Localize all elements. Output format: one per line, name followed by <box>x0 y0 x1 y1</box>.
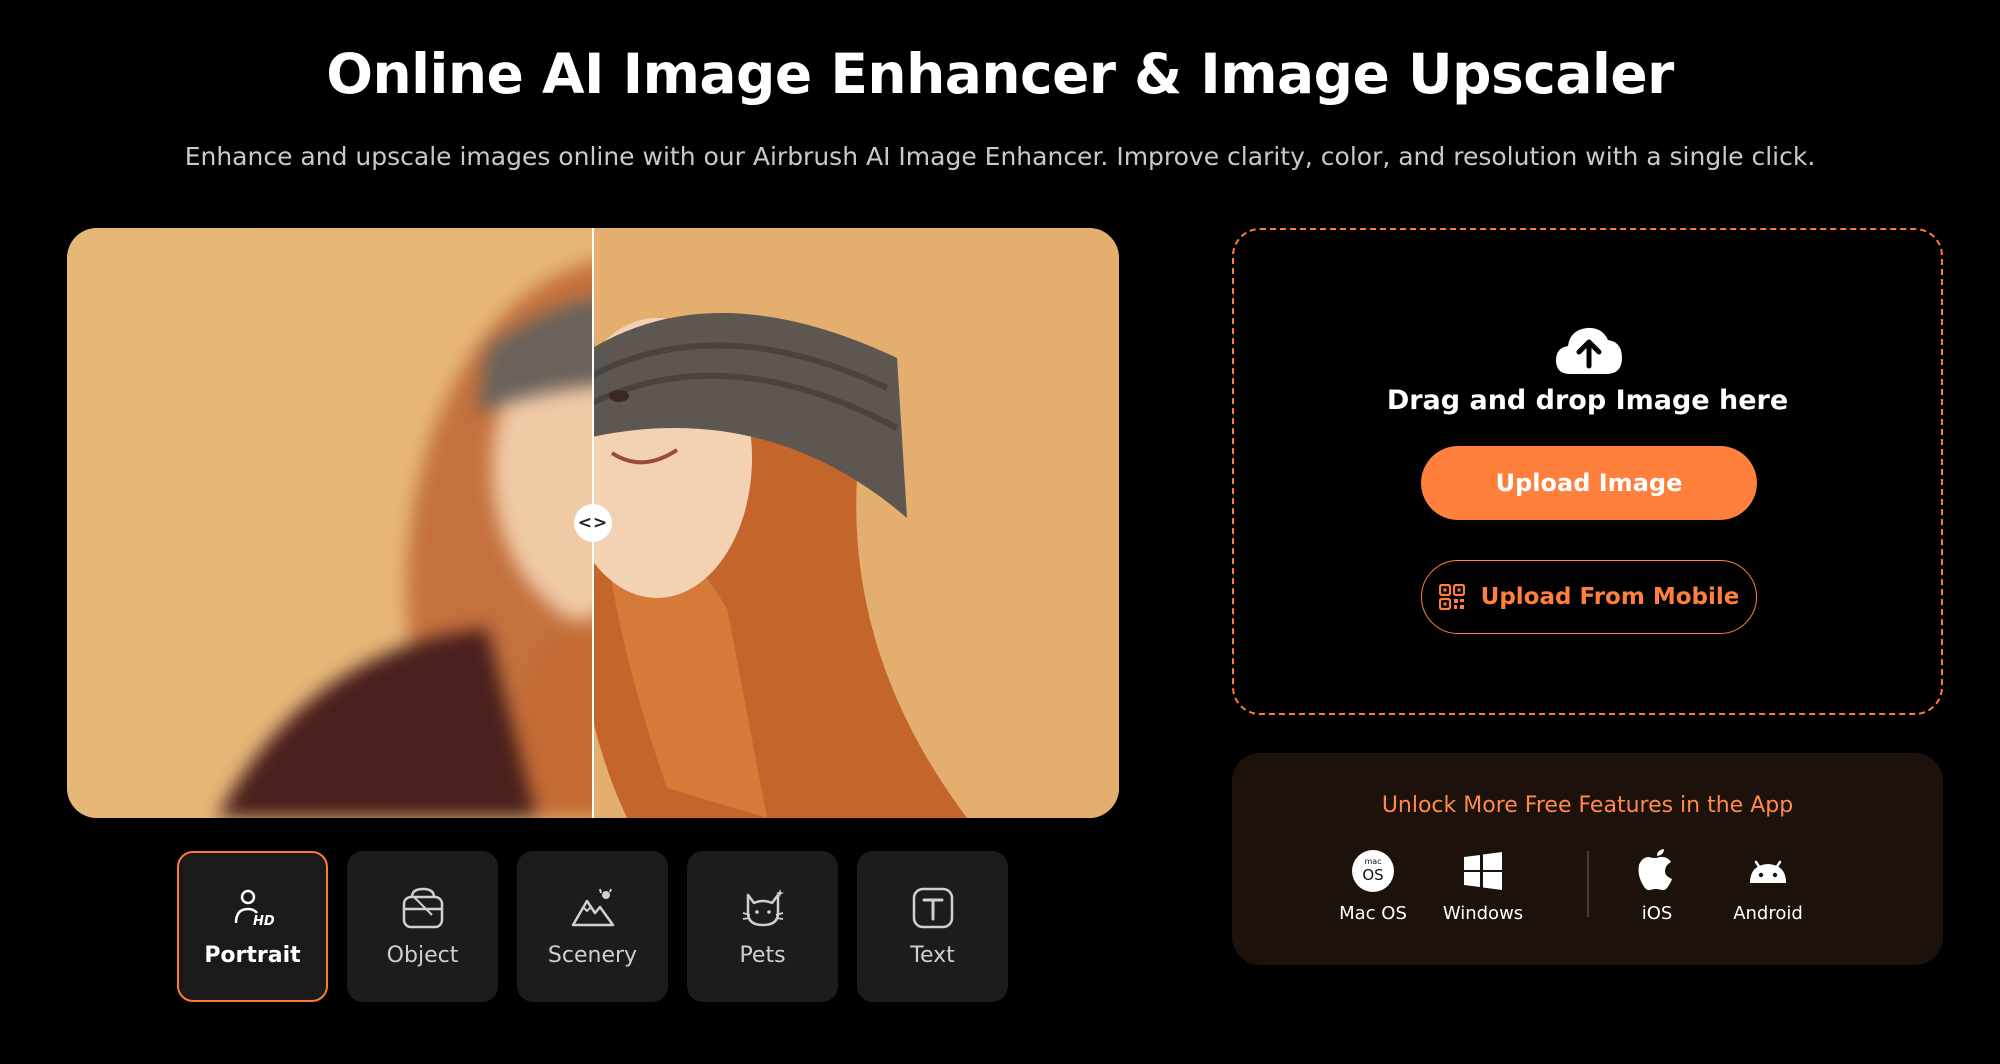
platform-android[interactable]: Android <box>1713 849 1823 924</box>
platform-label: Mac OS <box>1339 903 1407 924</box>
windows-icon <box>1464 852 1502 890</box>
portrait-hd-icon: HD <box>234 889 275 929</box>
qr-code-icon <box>1438 584 1465 610</box>
tab-label: Object <box>386 943 459 968</box>
cloud-upload-icon <box>1556 327 1622 374</box>
app-promo-title: Unlock More Free Features in the App <box>1381 793 1794 818</box>
svg-text:mac: mac <box>1364 857 1381 866</box>
upload-image-button[interactable]: Upload Image <box>1421 446 1757 520</box>
platform-windows[interactable]: Windows <box>1428 849 1538 924</box>
upload-dropzone[interactable]: Drag and drop Image here Upload Image Up… <box>1232 228 1943 715</box>
tab-label: Scenery <box>547 943 638 968</box>
object-bag-icon <box>402 887 443 929</box>
page-subtitle: Enhance and upscale images online with o… <box>184 142 1816 171</box>
page-title: Online AI Image Enhancer & Image Upscale… <box>326 42 1674 106</box>
tab-label: Pets <box>739 943 786 968</box>
platform-ios[interactable]: iOS <box>1602 849 1712 924</box>
tab-portrait[interactable]: HD Portrait <box>177 851 328 1002</box>
chevrons-left-right-icon: <> <box>577 513 609 533</box>
upload-from-mobile-label: Upload From Mobile <box>1480 584 1740 610</box>
drag-drop-text: Drag and drop Image here <box>1386 385 1789 416</box>
platform-macos[interactable]: mac OS Mac OS <box>1318 849 1428 924</box>
tab-pets[interactable]: Pets <box>687 851 838 1002</box>
compare-drag-handle[interactable]: <> <box>574 504 612 542</box>
category-tabs: HD Portrait Object Scenery Pets Text <box>177 851 1008 1002</box>
before-image-blurred <box>67 228 1119 818</box>
android-icon <box>1750 860 1786 883</box>
tab-label: Text <box>910 943 955 968</box>
text-t-icon <box>912 887 953 929</box>
macos-icon: mac OS <box>1352 850 1394 892</box>
after-image-enhanced <box>593 228 1119 818</box>
upload-from-mobile-button[interactable]: Upload From Mobile <box>1421 560 1757 634</box>
svg-text:HD: HD <box>253 914 275 929</box>
pets-cat-icon <box>742 889 784 927</box>
platform-label: Android <box>1733 903 1803 924</box>
svg-text:OS: OS <box>1362 866 1383 884</box>
tab-scenery[interactable]: Scenery <box>517 851 668 1002</box>
platform-divider <box>1587 851 1589 917</box>
apple-icon <box>1638 849 1672 891</box>
app-promo-panel: Unlock More Free Features in the App mac… <box>1232 753 1943 965</box>
platform-label: Windows <box>1442 903 1524 924</box>
tab-object[interactable]: Object <box>347 851 498 1002</box>
scenery-mountain-icon <box>571 888 614 927</box>
tab-label: Portrait <box>204 943 301 968</box>
tab-text[interactable]: Text <box>857 851 1008 1002</box>
platform-label: iOS <box>1641 903 1673 924</box>
